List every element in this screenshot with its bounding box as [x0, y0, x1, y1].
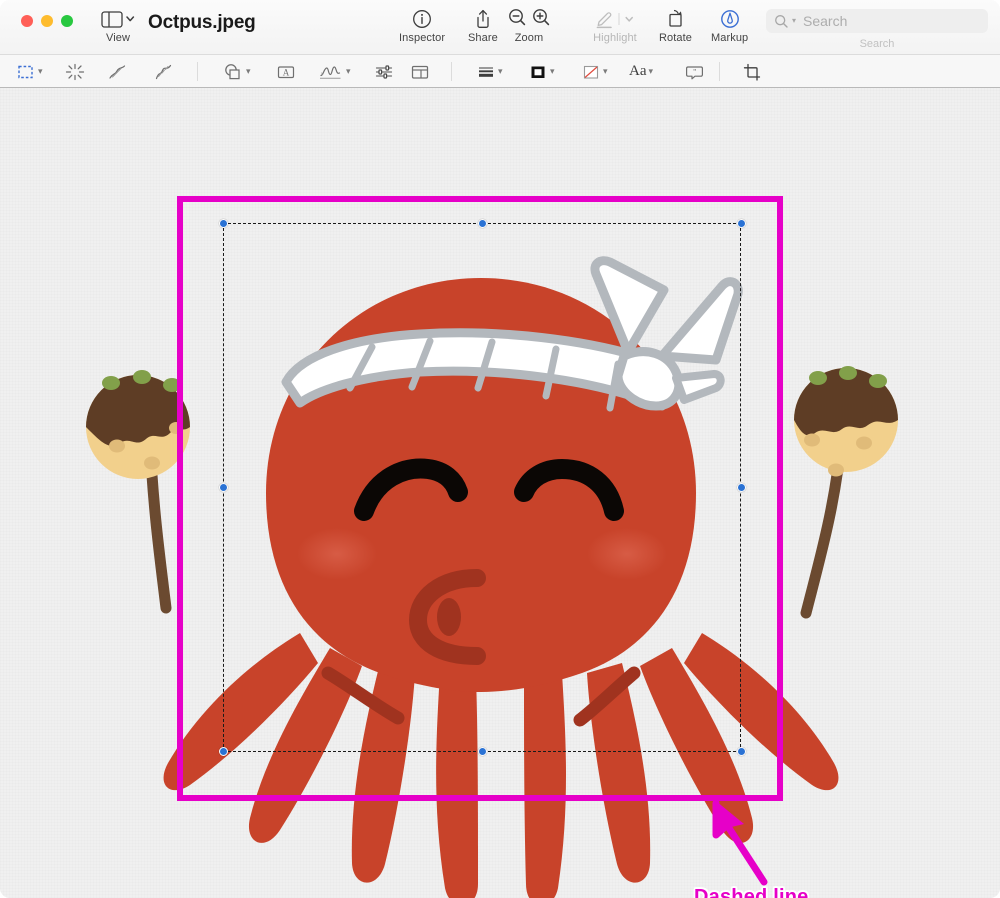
toolbar-divider [197, 62, 198, 81]
chevron-down-icon[interactable]: ▾ [792, 17, 796, 25]
toolbar-item-highlight[interactable]: Highlight [592, 8, 638, 44]
markup-crop-tool[interactable] [742, 55, 764, 88]
chevron-down-icon[interactable]: ▾ [603, 67, 608, 76]
share-icon [472, 8, 494, 30]
markup-shapes-tool[interactable]: ▾ [222, 55, 251, 88]
markup-fill-color-menu[interactable]: ▾ [581, 55, 608, 88]
svg-text:x: x [321, 71, 324, 77]
markup-selection-tool[interactable]: ▾ [16, 55, 43, 88]
selection-handle-bottom-right[interactable] [737, 747, 746, 756]
chevron-down-icon[interactable]: ▾ [498, 67, 503, 76]
search-icon [775, 14, 788, 28]
selection-handle-bottom-center[interactable] [478, 747, 487, 756]
magenta-arrow-annotation[interactable] [700, 793, 790, 888]
markup-toolbar: ▾ ▾ A x ▾ ▾ ▾ ▾ Aa ▾ " [0, 55, 1000, 88]
info-icon [411, 8, 433, 30]
search-label: Search [859, 38, 895, 50]
sketch-icon [109, 64, 126, 79]
selection-handle-middle-right[interactable] [737, 483, 746, 492]
takoyaki-left [86, 370, 190, 614]
toolbar-item-markup[interactable]: Markup [711, 8, 748, 44]
zoom-button[interactable] [61, 15, 73, 27]
document-title: Octpus.jpeg [148, 12, 256, 33]
shapes-icon [225, 63, 240, 79]
toolbar-item-view[interactable]: View [100, 8, 136, 44]
toolbar-label-view: View [105, 32, 131, 44]
rotate-icon [664, 8, 688, 30]
sliders-icon [375, 64, 393, 79]
toolbar-item-share[interactable]: Share [468, 8, 498, 44]
close-button[interactable] [21, 15, 33, 27]
fill-color-icon [583, 65, 599, 79]
search-placeholder: Search [803, 13, 848, 29]
selection-handle-top-left[interactable] [219, 219, 228, 228]
svg-text:A: A [283, 67, 290, 77]
traffic-light-controls [21, 15, 73, 27]
search-field[interactable]: ▾ Search [766, 9, 988, 33]
border-color-icon [531, 66, 545, 78]
comment-icon: " [686, 65, 703, 79]
selection-handle-top-center[interactable] [478, 219, 487, 228]
chevron-down-icon[interactable]: ▾ [246, 67, 251, 76]
markup-draw-tool[interactable] [152, 55, 176, 88]
preview-window: View Octpus.jpeg Inspector Share Zoom Hi… [0, 0, 1000, 898]
markup-border-color-menu[interactable]: ▾ [528, 55, 555, 88]
markup-adjust-size-tool[interactable] [409, 55, 431, 88]
signature-icon: x [320, 65, 341, 79]
crop-icon [743, 63, 761, 81]
image-canvas[interactable]: Dashed line [0, 88, 1000, 898]
window-titlebar: View Octpus.jpeg Inspector Share Zoom Hi… [0, 0, 1000, 55]
text-box-icon: A [277, 65, 295, 78]
markup-text-tool[interactable]: A [275, 55, 297, 88]
callout-label[interactable]: Dashed line [694, 886, 808, 898]
toolbar-label-rotate: Rotate [659, 32, 693, 44]
selection-handle-bottom-left[interactable] [219, 747, 228, 756]
toolbar-label-share: Share [468, 32, 498, 44]
font-style-label: Aa [629, 63, 647, 79]
chevron-down-icon[interactable]: ▾ [346, 67, 351, 76]
toolbar-item-zoom[interactable]: Zoom [505, 8, 553, 44]
zoom-in-icon[interactable] [529, 6, 553, 33]
toolbar-label-highlight: Highlight [593, 32, 637, 44]
toolbar-item-inspector[interactable]: Inspector [399, 8, 445, 44]
dashed-selection-rectangle[interactable] [223, 223, 741, 752]
zoom-out-icon[interactable] [505, 6, 529, 33]
frame-icon [411, 65, 429, 79]
sidebar-icon [100, 8, 136, 30]
chevron-down-icon[interactable]: ▾ [649, 67, 654, 76]
selection-handle-top-right[interactable] [737, 219, 746, 228]
toolbar-divider [451, 62, 452, 81]
chevron-down-icon[interactable]: ▾ [38, 67, 43, 76]
svg-text:": " [693, 67, 696, 76]
dashed-rect-icon [18, 65, 33, 78]
markup-icon [719, 8, 741, 30]
toolbar-label-markup: Markup [711, 32, 749, 44]
line-weight-icon [479, 67, 493, 77]
search-area: ▾ Search Search [766, 9, 988, 50]
markup-sketch-tool[interactable] [106, 55, 130, 88]
markup-instant-alpha-tool[interactable] [64, 55, 86, 88]
markup-font-style-menu[interactable]: Aa ▾ [629, 55, 653, 88]
minimize-button[interactable] [41, 15, 53, 27]
highlight-icon [592, 8, 638, 30]
chevron-down-icon[interactable]: ▾ [550, 67, 555, 76]
sparkle-icon [65, 63, 85, 80]
toolbar-label-zoom: Zoom [514, 32, 544, 44]
toolbar-label-inspector: Inspector [399, 32, 446, 44]
draw-icon [155, 64, 172, 79]
toolbar-divider [719, 62, 720, 81]
markup-annotate-tool[interactable]: " [684, 55, 706, 88]
markup-sign-tool[interactable]: x ▾ [318, 55, 351, 88]
takoyaki-right [794, 366, 898, 619]
toolbar-item-rotate[interactable]: Rotate [659, 8, 692, 44]
markup-shape-style-menu[interactable]: ▾ [476, 55, 503, 88]
markup-adjust-color-tool[interactable] [373, 55, 395, 88]
selection-handle-middle-left[interactable] [219, 483, 228, 492]
